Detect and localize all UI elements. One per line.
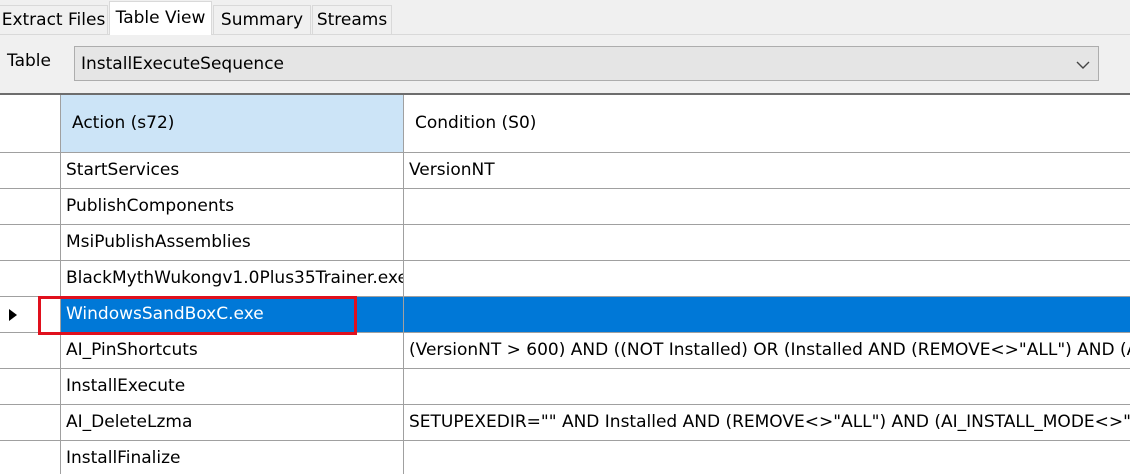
table-selector-bar: Table InstallExecuteSequence bbox=[0, 35, 1130, 93]
table-row[interactable]: InstallFinalize bbox=[0, 441, 1130, 474]
tab-table-view[interactable]: Table View bbox=[109, 1, 212, 35]
chevron-down-icon[interactable] bbox=[1076, 58, 1090, 72]
action-cell[interactable]: InstallFinalize bbox=[61, 441, 404, 474]
row-header[interactable] bbox=[0, 333, 61, 369]
row-header[interactable] bbox=[0, 261, 61, 297]
table-selector-label: Table bbox=[7, 51, 51, 71]
action-cell[interactable]: BlackMythWukongv1.0Plus35Trainer.exe bbox=[61, 261, 404, 297]
row-header[interactable] bbox=[0, 369, 61, 405]
condition-cell[interactable]: SETUPEXEDIR="" AND Installed AND (REMOVE… bbox=[404, 405, 1130, 441]
table-row[interactable]: BlackMythWukongv1.0Plus35Trainer.exe bbox=[0, 261, 1130, 297]
action-cell[interactable]: MsiPublishAssemblies bbox=[61, 225, 404, 261]
row-header[interactable] bbox=[0, 441, 61, 474]
row-header-corner bbox=[0, 95, 61, 153]
action-cell[interactable]: AI_DeleteLzma bbox=[61, 405, 404, 441]
condition-cell[interactable] bbox=[404, 225, 1130, 261]
current-row-arrow-icon bbox=[9, 309, 17, 321]
condition-cell[interactable] bbox=[404, 369, 1130, 405]
row-header[interactable] bbox=[0, 405, 61, 441]
table-row[interactable]: InstallExecute bbox=[0, 369, 1130, 405]
tab-extract-files[interactable]: Extract Files bbox=[0, 5, 108, 34]
data-grid[interactable]: Action (s72) Condition (S0) StartService… bbox=[0, 93, 1130, 474]
tab-streams[interactable]: Streams bbox=[312, 5, 392, 34]
table-row[interactable]: PublishComponents bbox=[0, 189, 1130, 225]
condition-cell[interactable]: VersionNT bbox=[404, 153, 1130, 189]
action-cell[interactable]: InstallExecute bbox=[61, 369, 404, 405]
tab-strip: Extract Files Table View Summary Streams bbox=[0, 0, 1130, 35]
annotation-highlight-box bbox=[38, 296, 357, 335]
condition-cell[interactable] bbox=[404, 441, 1130, 474]
tab-summary[interactable]: Summary bbox=[213, 5, 311, 34]
row-header[interactable] bbox=[0, 189, 61, 225]
table-row[interactable]: AI_DeleteLzma SETUPEXEDIR="" AND Install… bbox=[0, 405, 1130, 441]
table-row[interactable]: StartServices VersionNT bbox=[0, 153, 1130, 189]
table-row[interactable]: AI_PinShortcuts (VersionNT > 600) AND ((… bbox=[0, 333, 1130, 369]
column-header-condition[interactable]: Condition (S0) bbox=[404, 95, 1130, 153]
action-cell[interactable]: AI_PinShortcuts bbox=[61, 333, 404, 369]
condition-cell[interactable] bbox=[404, 297, 1130, 333]
row-header[interactable] bbox=[0, 153, 61, 189]
condition-cell[interactable] bbox=[404, 189, 1130, 225]
row-header[interactable] bbox=[0, 225, 61, 261]
table-select[interactable]: InstallExecuteSequence bbox=[74, 46, 1099, 81]
condition-cell[interactable] bbox=[404, 261, 1130, 297]
condition-cell[interactable]: (VersionNT > 600) AND ((NOT Installed) O… bbox=[404, 333, 1130, 369]
table-select-value: InstallExecuteSequence bbox=[81, 54, 285, 74]
grid-header-row: Action (s72) Condition (S0) bbox=[0, 95, 1130, 153]
action-cell[interactable]: StartServices bbox=[61, 153, 404, 189]
table-row[interactable]: MsiPublishAssemblies bbox=[0, 225, 1130, 261]
action-cell[interactable]: PublishComponents bbox=[61, 189, 404, 225]
column-header-action[interactable]: Action (s72) bbox=[61, 95, 404, 153]
